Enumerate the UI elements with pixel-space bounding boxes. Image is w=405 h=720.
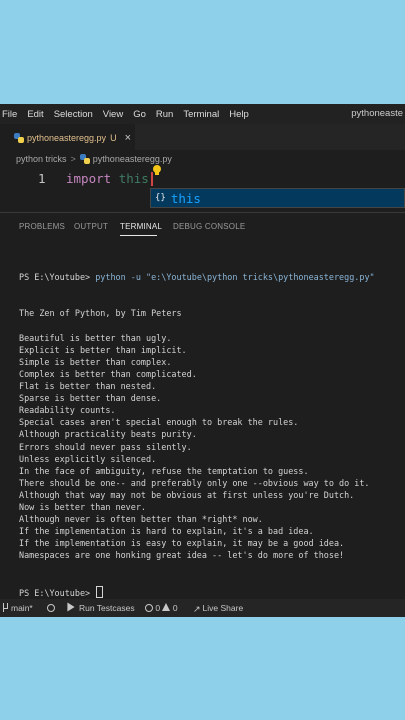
problems-indicator[interactable]: 0 0 bbox=[145, 603, 178, 613]
live-share-button[interactable]: ↗ Live Share bbox=[193, 603, 243, 615]
terminal-line: Although practicality beats purity. bbox=[19, 429, 197, 440]
window-title: pythoneaste bbox=[351, 108, 403, 119]
terminal-line: Namespaces are one honking great idea --… bbox=[19, 550, 345, 561]
autocomplete-suggestion[interactable]: {} this bbox=[150, 188, 405, 208]
close-icon[interactable]: × bbox=[125, 132, 131, 144]
terminal-lines: The Zen of Python, by Tim Peters Beautifu… bbox=[19, 307, 403, 561]
terminal-output[interactable]: PS E:\Youtube> python -u "e:\Youtube\pyt… bbox=[19, 247, 403, 617]
sync-button[interactable] bbox=[47, 603, 55, 613]
branch-name: main* bbox=[11, 603, 33, 613]
tab-debug-console[interactable]: DEBUG CONSOLE bbox=[173, 222, 245, 231]
terminal-line: Special cases aren't special enough to b… bbox=[19, 417, 299, 428]
terminal-line: Readability counts. bbox=[19, 405, 116, 416]
active-tab-indicator bbox=[120, 235, 157, 236]
warning-count: 0 bbox=[172, 603, 178, 613]
breadcrumb: python tricks > pythoneasteregg.py bbox=[0, 150, 405, 168]
panel-tabs: PROBLEMS OUTPUT TERMINAL DEBUG CONSOLE bbox=[0, 213, 405, 237]
menu-file[interactable]: File bbox=[2, 109, 17, 120]
terminal-line: Simple is better than complex. bbox=[19, 356, 172, 367]
terminal-line: If the implementation is hard to explain… bbox=[19, 526, 314, 537]
python-file-icon bbox=[14, 133, 24, 143]
live-share-icon: ↗ bbox=[193, 604, 201, 614]
menu-selection[interactable]: Selection bbox=[54, 109, 93, 120]
terminal-cursor bbox=[96, 585, 104, 598]
terminal-prompt: PS E:\Youtube> bbox=[19, 587, 91, 598]
module-name: this bbox=[118, 171, 149, 186]
menu-terminal[interactable]: Terminal bbox=[183, 109, 219, 120]
breadcrumb-file[interactable]: pythoneasteregg.py bbox=[93, 154, 172, 164]
editor-tab-bar: pythoneasteregg.py U × bbox=[0, 124, 405, 151]
terminal-line: There should be one-- and preferably onl… bbox=[19, 477, 370, 488]
terminal-line: If the implementation is easy to explain… bbox=[19, 538, 345, 549]
run-testcases-label: Run Testcases bbox=[79, 603, 135, 613]
lightbulb-icon[interactable] bbox=[152, 165, 162, 177]
menu-help[interactable]: Help bbox=[229, 109, 249, 120]
run-testcases-button[interactable]: Run Testcases bbox=[66, 602, 135, 613]
terminal-line: Although never is often better than *rig… bbox=[19, 514, 263, 525]
sync-icon bbox=[47, 604, 55, 612]
tab-output[interactable]: OUTPUT bbox=[74, 222, 108, 231]
menu-run[interactable]: Run bbox=[156, 109, 173, 120]
terminal-final-line: PS E:\Youtube> bbox=[19, 585, 403, 598]
terminal-line: Explicit is better than implicit. bbox=[19, 344, 187, 355]
terminal-line: Unless explicitly silenced. bbox=[19, 453, 157, 464]
tab-label: pythoneasteregg.py bbox=[27, 133, 107, 143]
untracked-badge: U bbox=[110, 133, 117, 143]
terminal-line: Errors should never pass silently. bbox=[19, 441, 192, 452]
suggestion-text: this bbox=[170, 190, 201, 206]
module-icon: {} bbox=[155, 193, 166, 203]
code-line[interactable]: import this bbox=[66, 171, 149, 186]
tab-pythoneasteregg[interactable]: pythoneasteregg.py U × bbox=[0, 124, 135, 151]
terminal-line: Although that way may not be obvious at … bbox=[19, 489, 355, 500]
terminal-line: Now is better than never. bbox=[19, 501, 146, 512]
terminal-line: In the face of ambiguity, refuse the tem… bbox=[19, 465, 309, 476]
menu-go[interactable]: Go bbox=[133, 109, 146, 120]
git-branch[interactable]: main* bbox=[2, 603, 33, 613]
git-branch-icon bbox=[2, 603, 9, 612]
bottom-panel: PROBLEMS OUTPUT TERMINAL DEBUG CONSOLE P… bbox=[0, 212, 405, 600]
line-number: 1 bbox=[38, 171, 46, 186]
error-icon bbox=[145, 604, 153, 612]
terminal-prompt: PS E:\Youtube> bbox=[19, 272, 91, 283]
menu-bar: File Edit Selection View Go Run Terminal… bbox=[0, 104, 405, 124]
menu-edit[interactable]: Edit bbox=[27, 109, 43, 120]
terminal-line: The Zen of Python, by Tim Peters bbox=[19, 308, 182, 319]
tab-problems[interactable]: PROBLEMS bbox=[19, 222, 65, 231]
status-bar: main* Run Testcases 0 0 ↗ Live Share bbox=[0, 599, 405, 617]
keyword-import: import bbox=[66, 171, 112, 186]
python-file-icon bbox=[79, 154, 90, 164]
terminal-line: Flat is better than nested. bbox=[19, 381, 157, 392]
run-icon bbox=[67, 602, 75, 612]
menu-view[interactable]: View bbox=[103, 109, 123, 120]
terminal-line: Sparse is better than dense. bbox=[19, 393, 162, 404]
tab-terminal[interactable]: TERMINAL bbox=[120, 222, 162, 231]
warning-icon bbox=[162, 603, 171, 611]
error-count: 0 bbox=[155, 603, 161, 613]
breadcrumb-folder[interactable]: python tricks bbox=[16, 154, 67, 164]
vscode-window: File Edit Selection View Go Run Terminal… bbox=[0, 104, 405, 617]
terminal-line: Complex is better than complicated. bbox=[19, 368, 197, 379]
terminal-command-line: PS E:\Youtube> python -u "e:\Youtube\pyt… bbox=[19, 271, 403, 283]
terminal-command: python -u "e:\Youtube\python tricks\pyth… bbox=[95, 272, 375, 283]
chevron-right-icon: > bbox=[70, 154, 76, 164]
terminal-line: Beautiful is better than ugly. bbox=[19, 332, 172, 343]
live-share-label: Live Share bbox=[202, 603, 244, 613]
